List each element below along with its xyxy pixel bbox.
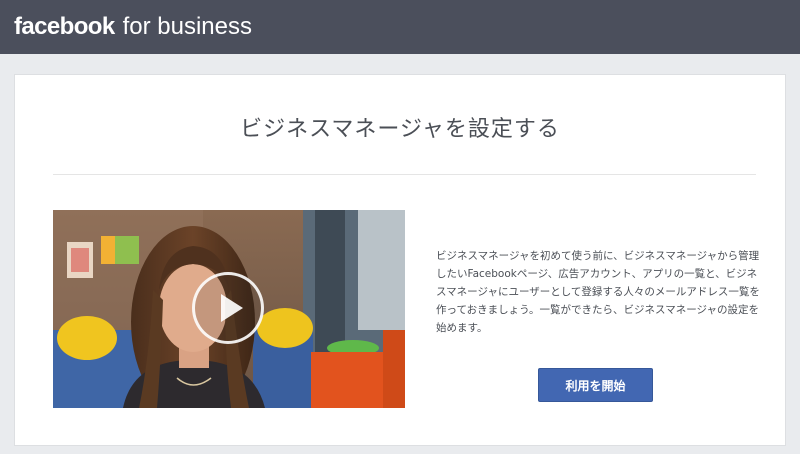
page-title: ビジネスマネージャを設定する [240,117,560,142]
start-using-button[interactable]: 利用を開始 [538,368,653,402]
brand-facebook-text: facebook [14,13,115,40]
top-navigation-bar: facebook for business [0,0,800,54]
facebook-for-business-logo[interactable]: facebook for business [14,13,252,41]
title-divider [53,174,756,175]
brand-for-business-text: for business [122,13,252,40]
intro-video-player[interactable] [53,210,405,408]
setup-card: ビジネスマネージャを設定する ビジネスマネージャを初めて使う前に、ビジネスマネー… [14,74,786,446]
play-icon [221,294,243,322]
video-play-button[interactable] [192,272,264,344]
setup-description: ビジネスマネージャを初めて使う前に、ビジネスマネージャから管理したいFacebo… [436,250,760,334]
